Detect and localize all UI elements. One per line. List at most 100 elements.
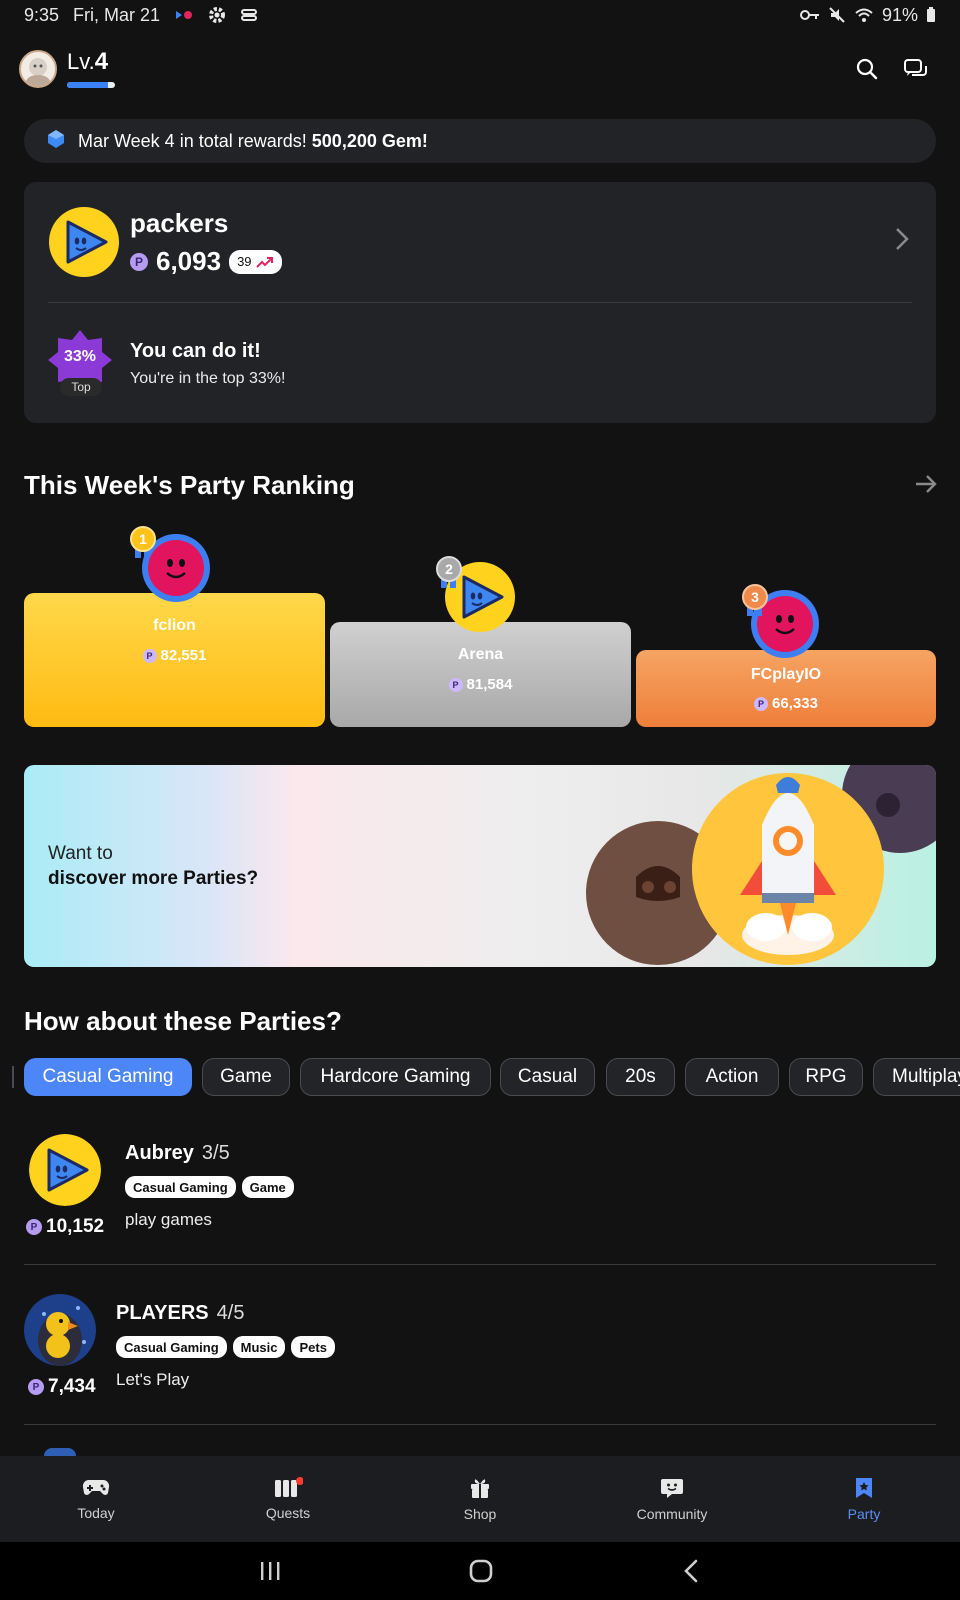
ranking-title: This Week's Party Ranking — [24, 470, 355, 500]
encouragement-title: You can do it! — [130, 340, 261, 362]
rank-number: 3 — [751, 589, 759, 605]
party-points: P 10,152 — [26, 1216, 104, 1238]
party-flag-icon — [856, 1478, 872, 1498]
app-header: Lv.4 — [0, 44, 960, 94]
ranking-points: P 66,333 — [636, 695, 936, 712]
rewards-announcement[interactable]: Mar Week 4 in total rewards! 500,200 Gem… — [24, 119, 936, 163]
gamepad-icon — [82, 1479, 110, 1495]
party-tag: Casual Gaming — [125, 1176, 236, 1198]
list-divider — [24, 1264, 936, 1265]
home-icon[interactable] — [468, 1558, 494, 1589]
chip-action[interactable]: Action — [685, 1058, 779, 1096]
sync-icon — [240, 7, 258, 23]
my-party-points-value: 6,093 — [156, 246, 222, 276]
rank-number: 1 — [139, 531, 147, 547]
trend-up-icon — [255, 256, 273, 268]
status-bar: 9:35 Fri, Mar 21 91% — [0, 0, 960, 30]
back-icon[interactable] — [682, 1558, 700, 1589]
chip-casual[interactable]: Casual — [500, 1058, 595, 1096]
gem-icon — [46, 129, 66, 154]
ranking-podium-3[interactable]: FCplayIO P 66,333 — [636, 650, 936, 727]
profile-avatar[interactable] — [19, 50, 57, 88]
ranking-name: fclion — [153, 617, 196, 634]
chip-20s[interactable]: 20s — [606, 1058, 675, 1096]
nav-today[interactable]: Today — [0, 1456, 192, 1542]
quests-icon — [275, 1477, 303, 1497]
party-description: Let's Play — [116, 1370, 190, 1389]
level-value: 4 — [94, 48, 109, 75]
my-party-card[interactable]: packers P 6,093 39 33% Top You can do it… — [24, 182, 936, 423]
nav-quests[interactable]: Quests — [192, 1456, 384, 1542]
party-member-count: 3/5 — [201, 1142, 230, 1164]
chevron-right-icon[interactable] — [894, 226, 910, 257]
status-time: 9:35 — [24, 4, 60, 25]
ranking-podium-1[interactable]: fclion P 82,551 — [24, 593, 325, 727]
chip-game[interactable]: Game — [202, 1058, 290, 1096]
banner-line-2: discover more Parties? — [48, 868, 259, 889]
nav-label: Party — [847, 1506, 881, 1522]
party-description: play games — [125, 1210, 212, 1229]
party-member-count: 4/5 — [216, 1302, 245, 1324]
rank-medal-gold: 1 — [130, 526, 158, 562]
party-tag: Casual Gaming — [116, 1336, 227, 1358]
nav-label: Community — [636, 1506, 708, 1522]
battery-icon — [926, 7, 936, 23]
chat-smile-icon — [661, 1479, 683, 1498]
nav-label: Shop — [463, 1506, 497, 1522]
settings-gear-icon — [208, 6, 226, 24]
my-party-points: P 6,093 39 — [130, 246, 282, 277]
party-tag: Music — [232, 1336, 286, 1358]
rank-number: 2 — [445, 561, 453, 577]
nav-party[interactable]: Party — [768, 1456, 960, 1542]
party-name: Aubrey 3/5 — [125, 1142, 230, 1164]
ranking-points: P 81,584 — [330, 676, 631, 693]
level-progress-bar — [67, 82, 115, 88]
top-percent-badge: 33% Top — [48, 328, 112, 400]
ranking-name: Arena — [457, 646, 504, 663]
nav-community[interactable]: Community — [576, 1456, 768, 1542]
messages-button[interactable] — [901, 54, 931, 84]
party-tags: Casual Gaming Game — [125, 1176, 294, 1198]
party-tags: Casual Gaming Music Pets — [116, 1336, 335, 1358]
party-list-item[interactable]: P 7,434 PLAYERS 4/5 Casual Gaming Music Pe… — [24, 1294, 936, 1434]
chip-rpg[interactable]: RPG — [789, 1058, 863, 1096]
chat-bubbles-icon — [904, 59, 927, 76]
chip-hardcore-gaming[interactable]: Hardcore Gaming — [300, 1058, 491, 1096]
encouragement-subtitle: You're in the top 33%! — [130, 370, 286, 387]
key-icon — [799, 9, 820, 21]
banner-line-1: Want to — [48, 843, 113, 864]
level-label: Lv.4 — [67, 48, 109, 75]
announcement-text: Mar Week 4 in total rewards! 500,200 Gem… — [78, 130, 428, 151]
search-icon — [856, 58, 878, 80]
nav-label: Quests — [265, 1505, 311, 1521]
party-avatar — [24, 1294, 96, 1366]
party-logo — [48, 206, 120, 278]
points-coin-icon: P — [130, 252, 148, 271]
nav-shop[interactable]: Shop — [384, 1456, 576, 1542]
list-divider — [24, 1424, 936, 1425]
party-list-item[interactable]: P 10,152 Aubrey 3/5 Casual Gaming Game pla… — [24, 1134, 936, 1274]
nav-label: Today — [77, 1505, 115, 1521]
rocket-illustration-icon — [586, 765, 936, 965]
card-divider — [48, 302, 912, 303]
rank-medal-bronze: 3 — [742, 584, 770, 620]
arrow-right-icon[interactable] — [914, 474, 938, 499]
status-date: Fri, Mar 21 — [73, 4, 161, 25]
recent-apps-icon[interactable] — [258, 1560, 282, 1587]
suggestions-title: How about these Parties? — [24, 1006, 342, 1036]
chip-casual-gaming[interactable]: Casual Gaming — [24, 1058, 192, 1096]
mute-icon — [828, 6, 846, 24]
ranking-points: P 82,551 — [24, 647, 325, 664]
party-name: PLAYERS 4/5 — [116, 1302, 245, 1324]
party-tag: Pets — [291, 1336, 335, 1358]
wifi-icon — [854, 7, 874, 23]
party-avatar — [29, 1134, 101, 1206]
system-navigation-bar — [0, 1542, 960, 1600]
discover-parties-banner[interactable]: Want to discover more Parties? — [24, 765, 936, 967]
party-avatar-peek — [44, 1448, 76, 1456]
chip-multiplayer[interactable]: Multiplayer — [873, 1058, 960, 1096]
search-button[interactable] — [852, 54, 882, 84]
ranking-podium-2[interactable]: Arena P 81,584 — [330, 622, 631, 727]
rank-trend-badge: 39 — [229, 249, 282, 274]
bottom-navigation: Today Quests Shop Community Party — [0, 1456, 960, 1542]
